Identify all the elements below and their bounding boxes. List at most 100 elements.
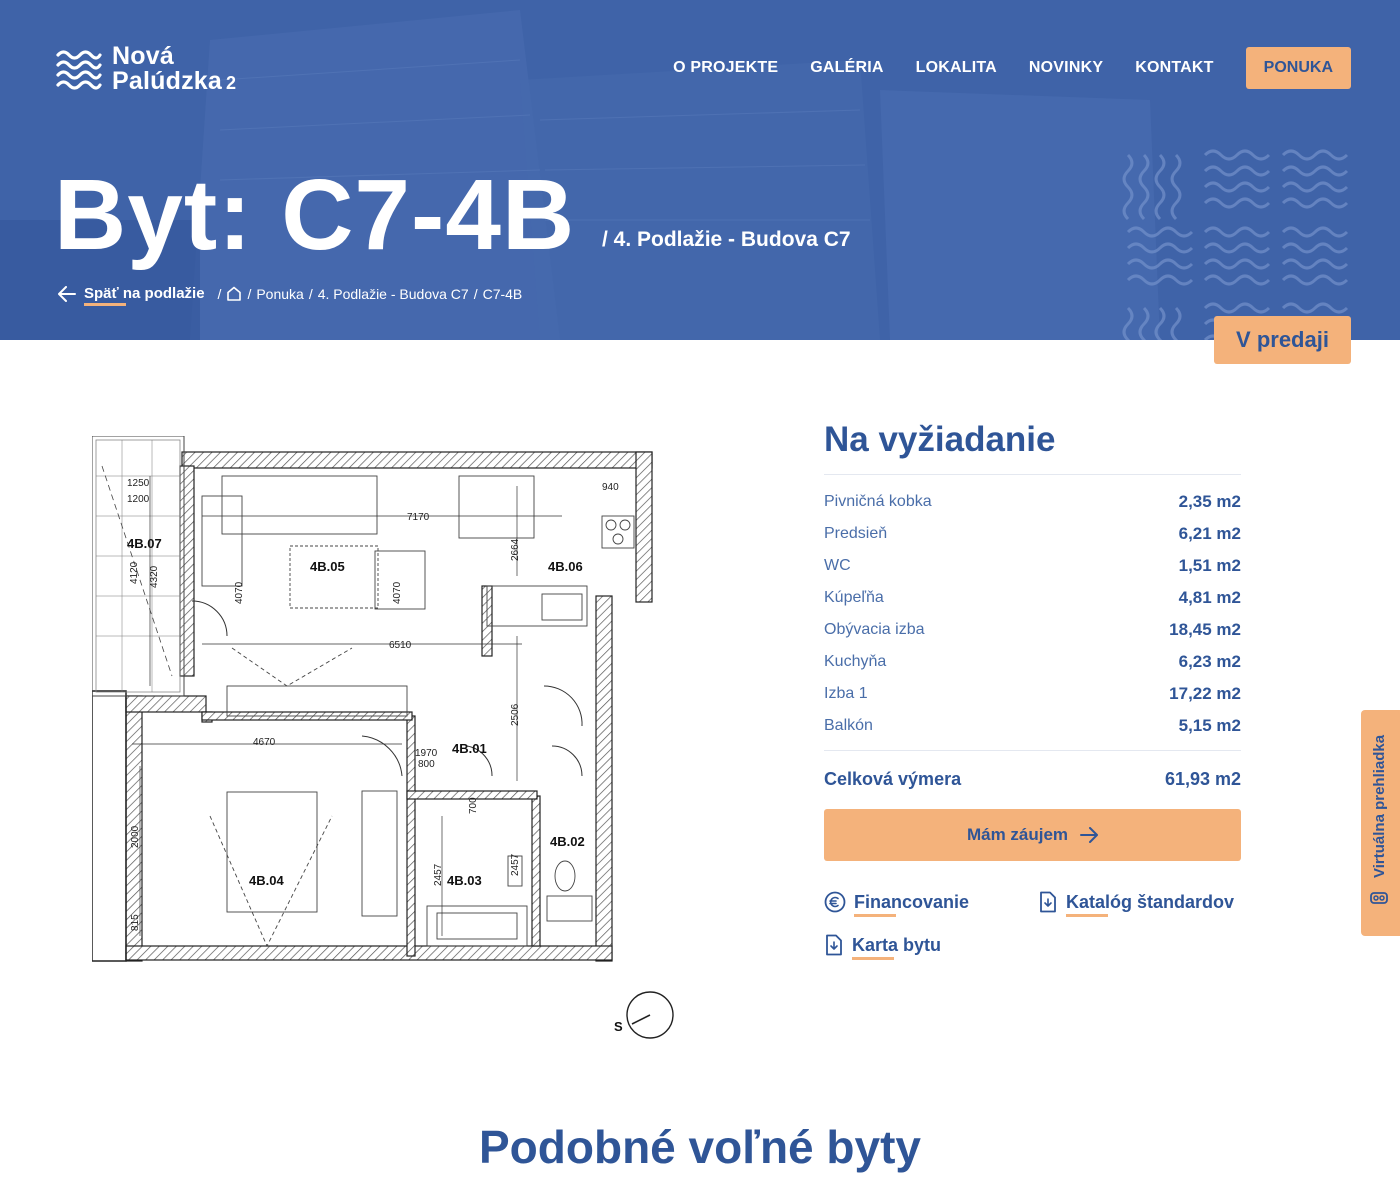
apartment-info-panel: Na vyžiadanie Pivničná kobka 2,35 m2 Pred…	[824, 420, 1241, 991]
dim-label: 1200	[127, 494, 150, 505]
room-name: Kúpeľňa	[824, 589, 884, 606]
dim-label: 6510	[389, 640, 412, 651]
room-area: 2,35 m2	[1178, 492, 1241, 511]
room-label-4b03: 4B.03	[447, 873, 482, 888]
back-link-label: Späť na podlažie	[84, 285, 205, 306]
dim-label: 1250	[127, 478, 150, 489]
catalog-link-label: Katalóg štandardov	[1066, 891, 1235, 917]
total-area-label: Celková výmera	[824, 768, 962, 789]
room-label-4b01: 4B.01	[452, 741, 487, 756]
room-name: Kuchyňa	[824, 653, 887, 670]
room-row: Obývacia izba 18,45 m2	[824, 614, 1241, 646]
dim-label: 2506	[510, 703, 521, 726]
dim-label: 2457	[510, 853, 521, 876]
nav-novinky[interactable]: NOVINKY	[1029, 59, 1103, 77]
floor-plan-drawing[interactable]: 4B.07 4B.05 4B.06 4B.01 4B.04 4B.03 4B.0…	[92, 436, 656, 966]
dim-label: 2664	[510, 538, 521, 561]
room-area: 4,81 m2	[1178, 588, 1241, 607]
room-area: 6,23 m2	[1178, 652, 1241, 671]
price-label: Na vyžiadanie	[824, 420, 1241, 475]
dim-label: 940	[602, 482, 619, 493]
interest-button[interactable]: Mám záujem	[824, 809, 1241, 861]
nav-ponuka-button[interactable]: PONUKA	[1245, 47, 1351, 89]
dim-label: 4070	[234, 581, 245, 604]
virtual-tour-label: Virtuálna prehliadka	[1370, 734, 1388, 878]
total-area-value: 61,93 m2	[1164, 768, 1241, 789]
room-area: 18,45 m2	[1169, 620, 1241, 639]
room-name: Predsieň	[824, 525, 888, 542]
document-links: Financovanie Katalóg štandardov Karta by…	[824, 891, 1241, 991]
dim-label: 4070	[392, 581, 403, 604]
room-name: Obývacia izba	[824, 621, 925, 638]
room-row: WC 1,51 m2	[824, 550, 1241, 582]
euro-icon	[824, 891, 846, 913]
breadcrumb-floor[interactable]: 4. Podlažie - Budova C7	[318, 286, 469, 302]
catalog-link[interactable]: Katalóg štandardov	[1038, 891, 1235, 917]
virtual-tour-tab[interactable]: Virtuálna prehliadka	[1361, 710, 1400, 936]
dim-label: 800	[418, 759, 435, 770]
dim-label: 7170	[407, 512, 430, 523]
room-row: Balkón 5,15 m2	[824, 710, 1241, 742]
room-area: 17,22 m2	[1169, 684, 1241, 703]
site-logo[interactable]: Nová Palúdzka 2	[56, 44, 236, 96]
breadcrumb-current: C7-4B	[482, 285, 523, 302]
breadcrumb-separator: /	[217, 285, 222, 302]
page-title: Byt: C7-4B	[54, 159, 576, 271]
status-badge: V predaji	[1214, 316, 1351, 364]
total-area-row: Celková výmera 61,93 m2	[824, 751, 1241, 807]
breadcrumb-separator: /	[473, 285, 478, 302]
dim-label: 4320	[149, 565, 160, 588]
room-row: Kúpeľňa 4,81 m2	[824, 582, 1241, 614]
room-label-4b07: 4B.07	[127, 536, 162, 551]
page-subtitle: / 4. Podlažie - Budova C7	[602, 228, 851, 251]
home-icon[interactable]	[226, 286, 242, 301]
file-download-icon	[1040, 891, 1056, 913]
nav-galeria[interactable]: GALÉRIA	[810, 59, 883, 77]
dim-label: 4120	[129, 561, 140, 584]
logo-number: 2	[225, 73, 237, 93]
room-label-4b02: 4B.02	[550, 834, 585, 849]
logo-line2: Palúdzka	[112, 67, 222, 95]
main-nav: O PROJEKTE GALÉRIA LOKALITA NOVINKY KONT…	[641, 47, 1351, 89]
breadcrumb-separator: /	[247, 285, 252, 302]
financing-link[interactable]: Financovanie	[824, 891, 969, 917]
interest-button-label: Mám záujem	[966, 825, 1069, 844]
nav-lokalita[interactable]: LOKALITA	[916, 59, 997, 77]
file-download-icon	[826, 934, 842, 956]
room-areas-list: Pivničná kobka 2,35 m2 Predsieň 6,21 m2 WC…	[824, 475, 1241, 751]
room-label-4b05: 4B.05	[310, 559, 345, 574]
compass-label: S	[614, 1019, 623, 1034]
breadcrumb-ponuka[interactable]: Ponuka	[256, 286, 303, 302]
room-row: Kuchyňa 6,23 m2	[824, 646, 1241, 678]
virtual-tour-tab-content: Virtuálna prehliadka	[1369, 735, 1389, 908]
room-row: Pivničná kobka 2,35 m2	[824, 486, 1241, 518]
dim-label: 2457	[433, 863, 444, 886]
nav-o-projekte[interactable]: O PROJEKTE	[673, 59, 778, 77]
room-row: Izba 1 17,22 m2	[824, 678, 1241, 710]
compass-icon: S	[614, 991, 674, 1039]
logo-line1: Nová	[112, 42, 174, 70]
dim-label: 700	[468, 797, 479, 814]
room-area: 5,15 m2	[1178, 716, 1241, 735]
breadcrumb-separator: /	[308, 285, 313, 302]
waves-logo-icon	[56, 50, 102, 90]
apartment-card-link[interactable]: Karta bytu	[824, 934, 941, 960]
similar-apartments-heading: Podobné voľné byty	[479, 1121, 921, 1173]
dim-label: 4670	[253, 737, 276, 748]
nav-kontakt[interactable]: KONTAKT	[1135, 59, 1213, 77]
room-row: Predsieň 6,21 m2	[824, 518, 1241, 550]
breadcrumb: Späť na podlažie / / Ponuka / 4. Podlaži…	[58, 285, 523, 306]
room-name: Balkón	[824, 717, 873, 734]
room-name: Pivničná kobka	[824, 493, 932, 510]
room-label-4b04: 4B.04	[249, 873, 284, 888]
dim-label: 2000	[130, 825, 141, 848]
arrow-right-icon	[1080, 827, 1099, 843]
vr-headset-icon	[1370, 892, 1388, 904]
room-name: WC	[824, 557, 851, 574]
logo-text: Nová Palúdzka 2	[112, 44, 236, 96]
room-area: 6,21 m2	[1178, 524, 1241, 543]
dim-label: 815	[130, 914, 141, 931]
room-name: Izba 1	[824, 685, 868, 702]
room-label-4b06: 4B.06	[548, 559, 583, 574]
back-to-floor-link[interactable]: Späť na podlažie	[58, 285, 205, 306]
